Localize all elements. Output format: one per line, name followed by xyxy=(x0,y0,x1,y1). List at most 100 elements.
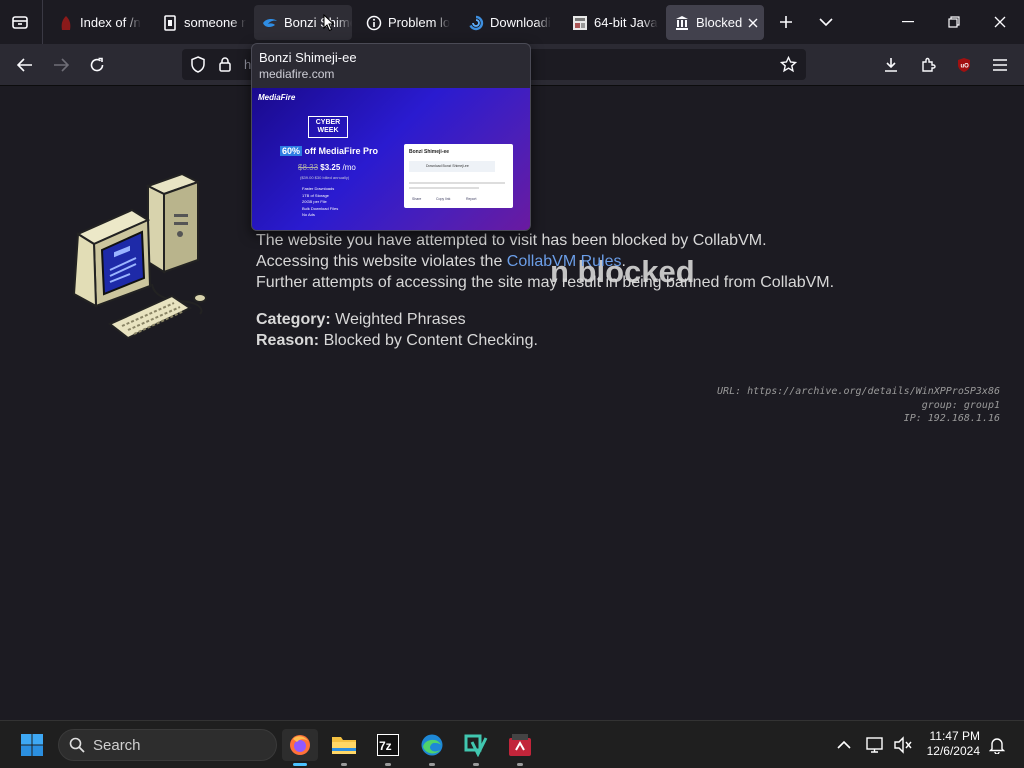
chevron-down-icon[interactable] xyxy=(812,8,840,36)
collabvm-rules-link[interactable]: CollabVM Rules xyxy=(507,253,622,270)
columns-icon xyxy=(674,15,690,31)
taskbar-firefox[interactable] xyxy=(282,729,318,766)
preview-header: Bonzi Shimeji-ee mediafire.com xyxy=(252,44,530,88)
extensions-icon[interactable] xyxy=(913,50,943,80)
preview-title: Bonzi Shimeji-ee xyxy=(259,50,357,65)
search-icon xyxy=(69,737,85,753)
tab-blocked[interactable]: Blocked xyxy=(666,5,764,40)
folder-icon xyxy=(332,737,356,754)
card-download-line: Download Bonzi Shimeji-ee xyxy=(426,164,469,168)
price-per: /mo xyxy=(342,163,356,172)
windows-taskbar: Search 7z 11:47 PM 12/6/2024 xyxy=(0,720,1024,768)
taskbar-7zip[interactable]: 7z xyxy=(370,729,406,766)
7zip-icon: 7z xyxy=(377,734,399,756)
taskbar-edge[interactable] xyxy=(414,729,450,766)
bookmark-star-icon[interactable] xyxy=(780,56,797,73)
mediafire-logo: MediaFire xyxy=(258,93,296,102)
shield-icon[interactable] xyxy=(190,56,206,73)
card-action: Copy link xyxy=(436,197,451,201)
close-tab-icon[interactable] xyxy=(748,18,758,28)
network-icon[interactable] xyxy=(860,729,890,761)
download-card: Bonzi Shimeji-ee Download Bonzi Shimeji-… xyxy=(404,144,513,208)
tab-someone[interactable]: someone n xyxy=(154,5,246,40)
promo-line: 60% off MediaFire Pro xyxy=(280,146,378,156)
category-value: Weighted Phrases xyxy=(335,311,466,328)
close-window-icon[interactable] xyxy=(982,8,1018,36)
price-line: $8.33 $3.25 /mo xyxy=(298,163,356,172)
group-info: group: group1 xyxy=(921,400,1000,411)
ublock-origin-icon[interactable]: uO xyxy=(949,50,979,80)
preview-thumbnail: MediaFire CYBER WEEK 60% off MediaFire P… xyxy=(252,88,530,230)
rules-suffix-text: . xyxy=(621,253,626,270)
system-clock[interactable]: 11:47 PM 12/6/2024 xyxy=(927,729,980,759)
taskbar-app[interactable] xyxy=(502,729,538,766)
reason-label: Reason: xyxy=(256,332,320,349)
taskbar-vmware[interactable] xyxy=(458,729,494,766)
billing-note: ($39.00 $30 billed annually) xyxy=(300,175,350,180)
back-icon[interactable] xyxy=(10,50,40,80)
block-message-line1: The website you have attempted to visit … xyxy=(256,232,767,249)
svg-text:7z: 7z xyxy=(379,739,392,753)
tab-favicon-icon xyxy=(162,14,178,31)
retro-computer-illustration xyxy=(70,154,210,345)
edge-icon xyxy=(421,734,443,756)
offer-text: off MediaFire Pro xyxy=(304,146,379,156)
minimize-icon[interactable] xyxy=(890,8,926,36)
rules-prefix-text: Accessing this website violates the xyxy=(256,253,507,270)
new-price: $3.25 xyxy=(320,163,341,172)
tab-index-of[interactable]: Index of /n xyxy=(50,5,146,40)
reload-icon[interactable] xyxy=(82,50,112,80)
volume-muted-icon[interactable] xyxy=(888,729,918,761)
mouse-cursor-icon xyxy=(323,13,335,37)
category-row: Category: Weighted Phrases xyxy=(256,311,466,329)
app-icon xyxy=(509,734,531,756)
old-price: $8.33 xyxy=(298,163,319,172)
card-action: Share xyxy=(412,197,422,201)
lock-icon[interactable] xyxy=(218,56,232,72)
notification-bell-icon[interactable] xyxy=(982,729,1012,761)
block-message-line2: Accessing this website violates the Coll… xyxy=(256,253,626,271)
swirl-icon xyxy=(468,15,484,31)
tab-favicon-icon xyxy=(58,15,74,31)
show-hidden-icons[interactable] xyxy=(826,729,862,761)
firefox-icon xyxy=(290,735,310,755)
category-label: Category: xyxy=(256,311,331,328)
download-icon[interactable] xyxy=(876,50,906,80)
tab-label: Problem lo xyxy=(388,15,451,30)
reason-row: Reason: Blocked by Content Checking. xyxy=(256,332,538,350)
info-icon xyxy=(366,15,382,31)
svg-text:uO: uO xyxy=(961,64,970,70)
feature-list: Faster Downloads 1TB of Storage 20GB per… xyxy=(302,186,338,219)
search-label: Search xyxy=(93,736,141,754)
windows-logo-icon xyxy=(21,734,43,756)
preview-url: mediafire.com xyxy=(259,67,335,81)
tab-bar: Index of /n someone n Bonzi Shimeji-ee P… xyxy=(0,0,1024,44)
cyber-week-badge: CYBER WEEK xyxy=(308,116,348,138)
java-page-icon xyxy=(572,15,588,31)
clock-date: 12/6/2024 xyxy=(926,744,980,758)
menu-icon[interactable] xyxy=(985,50,1015,80)
chevron-up-icon xyxy=(837,740,851,749)
taskbar-search[interactable]: Search xyxy=(58,729,277,761)
tab-label: Index of /n xyxy=(80,15,141,30)
new-tab-icon[interactable] xyxy=(772,8,800,36)
forward-icon[interactable] xyxy=(46,50,76,80)
tab-downloading[interactable]: Downloadi xyxy=(462,5,558,40)
vmware-icon xyxy=(464,734,488,757)
tab-problem[interactable]: Problem lo xyxy=(360,5,452,40)
reason-value: Blocked by Content Checking. xyxy=(323,332,538,349)
clock-time: 11:47 PM xyxy=(929,729,980,743)
feature-item: No Ads xyxy=(302,212,315,217)
blocked-url-info: URL: https://archive.org/details/WinXPPr… xyxy=(717,386,1000,397)
block-message-line3: Further attempts of accessing the site m… xyxy=(256,274,835,291)
tab-hover-preview: Bonzi Shimeji-ee mediafire.com MediaFire… xyxy=(251,43,531,231)
list-all-tabs-icon[interactable] xyxy=(6,8,34,36)
ip-info: IP: 192.168.1.16 xyxy=(903,413,1000,424)
tab-label: Downloadi xyxy=(490,15,551,30)
tab-64bit-java[interactable]: 64-bit Java xyxy=(566,5,658,40)
start-button[interactable] xyxy=(14,729,50,761)
restore-icon[interactable] xyxy=(936,8,972,36)
tab-bonzi-shimeji[interactable]: Bonzi Shimeji-ee xyxy=(254,5,352,40)
mediafire-icon xyxy=(262,15,278,31)
taskbar-file-explorer[interactable] xyxy=(326,729,362,766)
